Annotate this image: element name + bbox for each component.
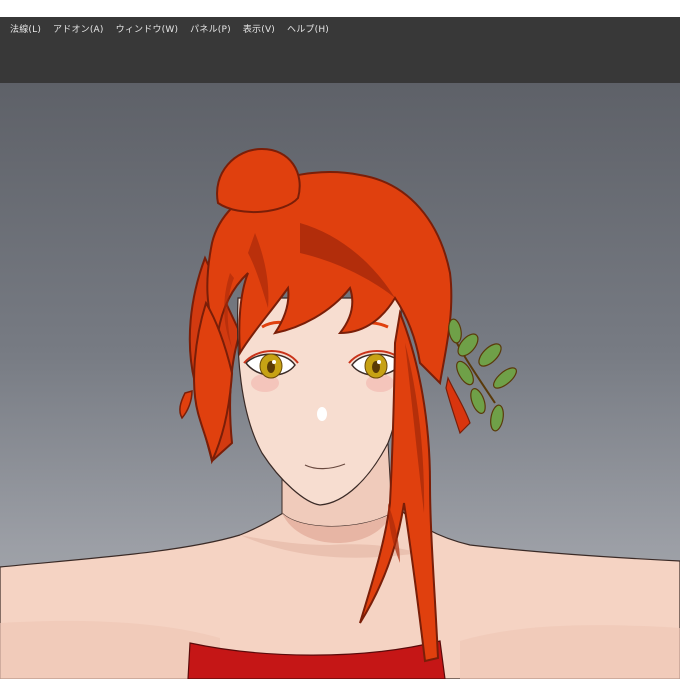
menu-normal[interactable]: 法線(L) [10, 22, 41, 35]
nose-highlight [317, 407, 327, 421]
menu-view[interactable]: 表示(V) [243, 22, 275, 35]
menu-help[interactable]: ヘルプ(H) [287, 22, 329, 35]
top-white-strip [0, 0, 680, 17]
menu-window[interactable]: ウィンドウ(W) [116, 22, 179, 35]
menu-addon[interactable]: アドオン(A) [53, 22, 104, 35]
3d-viewport[interactable] [0, 83, 680, 679]
menu-panel[interactable]: パネル(P) [190, 22, 231, 35]
character-model-render [0, 147, 680, 679]
app-window: 法線(L) アドオン(A) ウィンドウ(W) パネル(P) 表示(V) ヘルプ(… [0, 17, 680, 679]
toolbar-area [0, 39, 680, 83]
hair-bun [216, 147, 301, 214]
menu-bar: 法線(L) アドオン(A) ウィンドウ(W) パネル(P) 表示(V) ヘルプ(… [0, 17, 680, 39]
